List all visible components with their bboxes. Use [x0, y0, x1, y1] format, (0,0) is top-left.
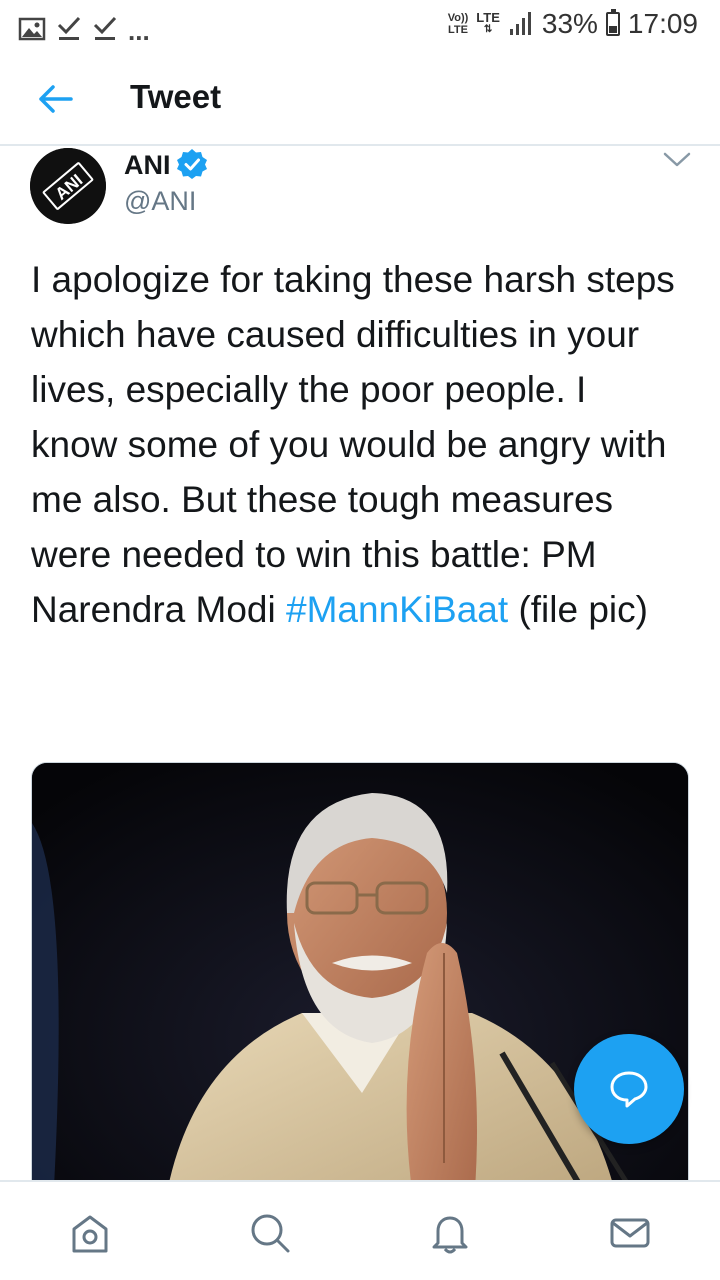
home-icon	[72, 1215, 108, 1253]
status-left-icons: ...	[18, 10, 150, 47]
nav-notifications[interactable]	[425, 1208, 475, 1258]
tweet-text-body: I apologize for taking these harsh steps…	[31, 259, 675, 630]
network-type: LTE ⇅	[476, 10, 500, 35]
reply-fab[interactable]	[574, 1034, 684, 1144]
clock: 17:09	[627, 8, 698, 39]
author-handle[interactable]: @ANI	[124, 186, 196, 217]
messages-icon	[610, 1218, 650, 1248]
check-icon	[93, 16, 117, 40]
volte-indicator: Vo)) LTE	[447, 12, 469, 36]
battery-percent: 33%	[541, 8, 598, 39]
battery-icon	[605, 9, 620, 36]
gallery-icon	[18, 17, 46, 40]
back-button[interactable]	[32, 76, 78, 122]
tweet-text: I apologize for taking these harsh steps…	[31, 252, 681, 637]
nav-messages[interactable]	[605, 1208, 655, 1258]
hashtag-link[interactable]: #MannKiBaat	[286, 589, 508, 630]
author-name[interactable]: ANI	[124, 150, 171, 181]
search-icon	[251, 1214, 290, 1253]
app-header: Tweet	[0, 52, 720, 146]
nav-home[interactable]	[65, 1208, 115, 1258]
arrow-left-icon	[39, 85, 73, 113]
reply-bubble-icon	[610, 1071, 648, 1108]
status-bar: ... Vo)) LTE LTE ⇅ 33% 17:09	[0, 0, 720, 52]
check-icon	[57, 16, 81, 40]
more-notifications-indicator: ...	[128, 16, 150, 46]
notifications-icon	[432, 1216, 468, 1254]
bottom-nav	[0, 1180, 720, 1280]
ani-logo: ANI	[30, 148, 106, 224]
status-right-icons: Vo)) LTE LTE ⇅ 33% 17:09	[448, 8, 698, 40]
signal-icon	[509, 12, 531, 35]
tweet-text-tail: (file pic)	[508, 589, 648, 630]
page-title: Tweet	[130, 78, 222, 115]
verified-badge-icon	[177, 149, 207, 179]
avatar[interactable]: ANI	[30, 148, 106, 224]
battery-fill	[608, 26, 617, 33]
chevron-down-icon[interactable]	[662, 148, 692, 172]
tweet-detail: ANI ANI @ANI I apologize for taking thes…	[0, 148, 720, 1180]
nav-search[interactable]	[245, 1208, 295, 1258]
